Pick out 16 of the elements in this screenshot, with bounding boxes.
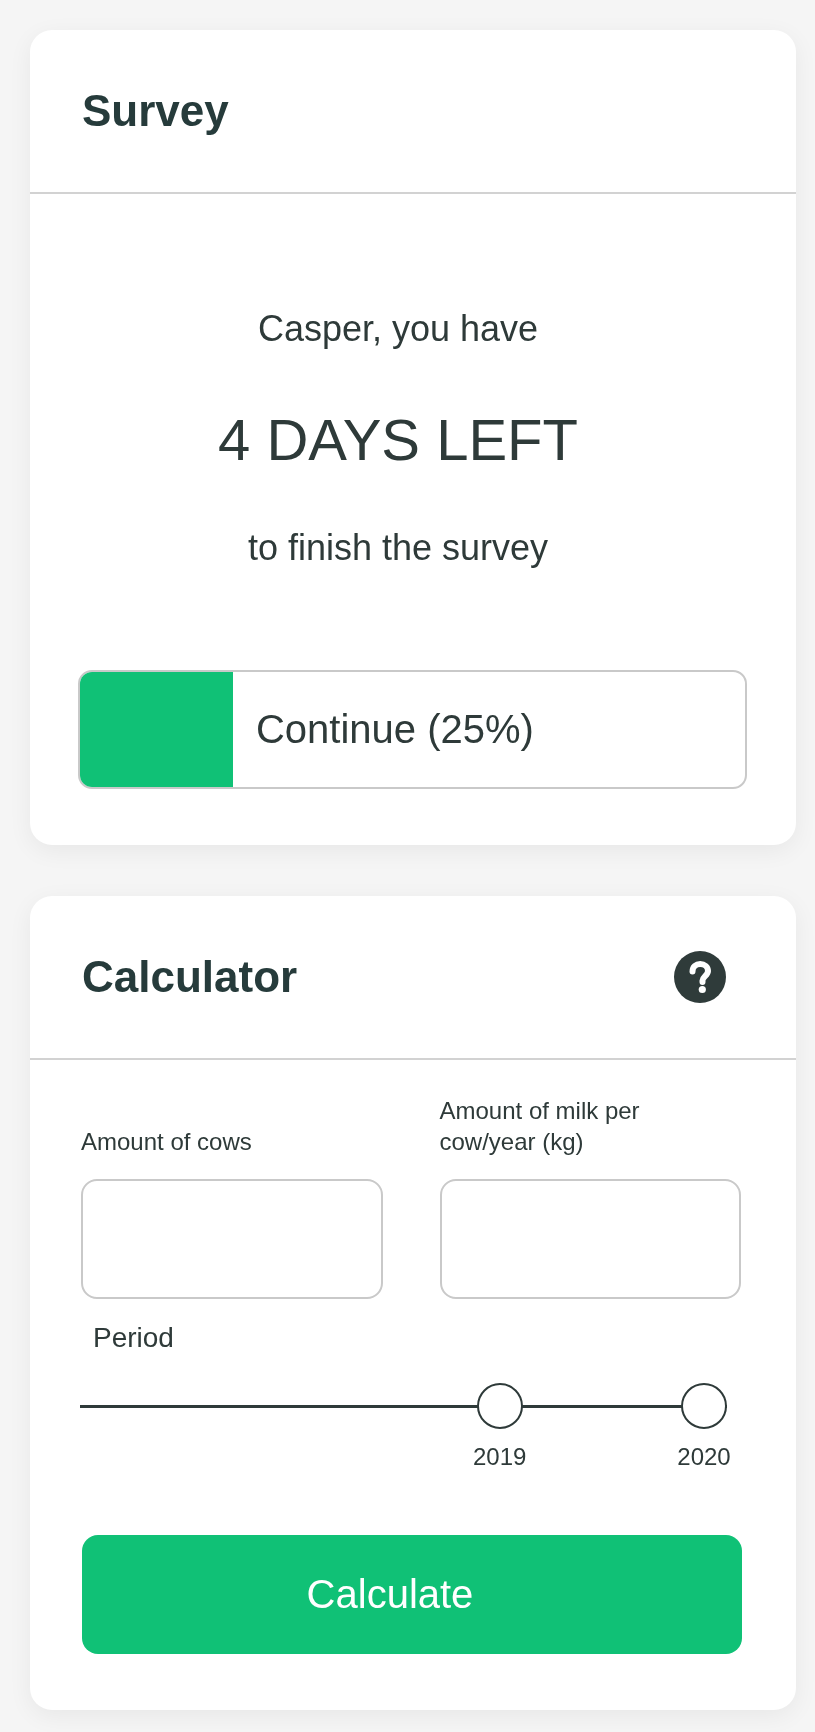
subtitle-text: to finish the survey — [246, 526, 550, 570]
input-field[interactable] — [439, 1179, 741, 1299]
greeting-text: Casper, you have — [256, 307, 540, 351]
help-icon[interactable] — [674, 951, 726, 1003]
continue-button[interactable]: Continue (25%) — [78, 670, 747, 789]
slider-thumb[interactable] — [476, 1383, 523, 1429]
year-label: 2019 — [472, 1443, 527, 1471]
year-label: 2020 — [677, 1443, 731, 1471]
days-left-text: 4 DAYS LEFT — [217, 406, 579, 474]
card-title: Calculator — [82, 950, 298, 1003]
card-title: Survey — [82, 84, 229, 137]
input-field[interactable] — [81, 1179, 383, 1299]
slider-thumb[interactable] — [681, 1383, 727, 1429]
field-label: Amount of milk per cow/year (kg) — [439, 1096, 641, 1157]
field-label: Amount of cows — [81, 1127, 252, 1157]
period-label: Period — [93, 1321, 174, 1355]
